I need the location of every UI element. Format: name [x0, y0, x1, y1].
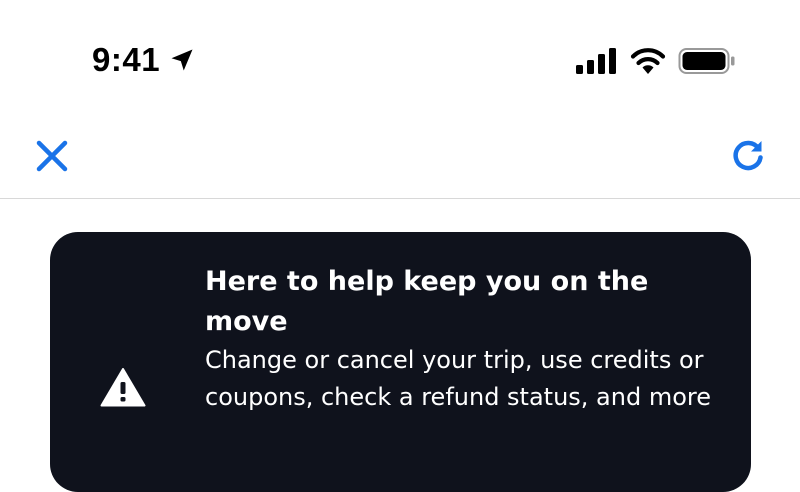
status-time: 9:41	[92, 41, 161, 78]
wifi-icon	[630, 48, 666, 74]
help-card-title: Here to help keep you on the move	[205, 266, 649, 337]
refresh-button[interactable]	[726, 134, 770, 178]
cellular-signal-icon	[576, 48, 616, 74]
status-indicators	[576, 44, 736, 78]
refresh-icon	[733, 140, 763, 171]
status-bar: 9:41	[0, 0, 800, 110]
clock: 9:41	[92, 38, 196, 82]
warning-icon	[100, 368, 146, 407]
battery-icon	[678, 48, 735, 74]
help-card-text: Here to help keep you on the move Change…	[205, 262, 725, 416]
close-icon	[36, 140, 68, 172]
help-card-body: Change or cancel your trip, use credits …	[205, 346, 712, 411]
help-card[interactable]: Here to help keep you on the move Change…	[50, 232, 751, 492]
nav-bar	[0, 110, 800, 199]
location-arrow-icon	[171, 49, 193, 71]
close-button[interactable]	[30, 134, 74, 178]
